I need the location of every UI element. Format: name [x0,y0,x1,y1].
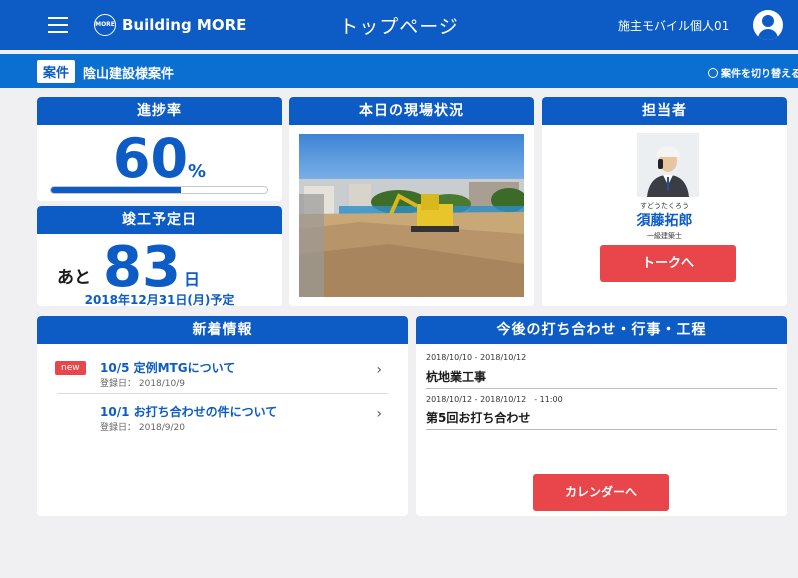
switch-project-label: 案件を切り替える [721,69,798,80]
user-name: 施主モバイル個人01 [618,19,730,33]
progress-number: 60 [112,127,189,190]
staff-photo [637,133,699,197]
days-remaining: 83 [103,235,181,300]
days-prefix: あと [57,268,91,288]
site-status-heading: 本日の現場状況 [289,97,534,125]
news-divider [57,393,388,394]
news-title: 10/1 お打ち合わせの件について [100,405,278,419]
schedule-title: 杭地業工事 [426,370,487,384]
app-header: MORE Building MORE トップページ 施主モバイル個人01 [0,0,798,50]
schedule-title: 第5回お打ち合わせ [426,411,531,425]
news-date: 登録日： 2018/10/9 [100,379,186,389]
progress-card: 進捗率 60% [37,97,282,201]
news-item[interactable]: 10/1 お打ち合わせの件について 登録日： 2018/9/20 › [47,400,398,440]
project-tag: 案件 [37,60,76,83]
progress-bar-fill [51,187,181,193]
progress-value: 60% [37,131,282,187]
progress-bar [50,186,268,194]
news-date: 登録日： 2018/9/20 [100,423,186,433]
schedule-divider [426,388,777,389]
news-title: 10/5 定例MTGについて [100,361,236,375]
schedule-item[interactable]: 2018/10/12 - 2018/10/12 - 11:00 第5回お打ち合わ… [426,394,777,436]
new-badge: new [55,361,86,375]
progress-heading: 進捗率 [37,97,282,125]
days-suffix: 日 [183,270,200,289]
schedule-card: 今後の打ち合わせ・行事・工程 2018/10/10 - 2018/10/12 杭… [416,316,787,516]
staff-title: 一級建築士 [647,232,682,240]
schedule-divider [426,429,777,430]
schedule-item[interactable]: 2018/10/10 - 2018/10/12 杭地業工事 [426,353,777,395]
talk-button[interactable]: トークへ [600,245,736,282]
site-photo[interactable] [299,134,524,297]
calendar-button[interactable]: カレンダーへ [533,474,669,511]
completion-date: 2018年12月31日(月)予定 [84,293,235,306]
user-avatar-icon[interactable] [753,10,783,40]
site-status-card: 本日の現場状況 [289,97,534,306]
project-name: 陰山建設様案件 [83,67,175,82]
project-bar: 案件 陰山建設様案件 案件を切り替える [0,54,798,88]
schedule-date: 2018/10/12 - 2018/10/12 - 11:00 [426,395,563,404]
news-item[interactable]: new 10/5 定例MTGについて 登録日： 2018/10/9 › [47,356,398,396]
staff-name: 須藤拓郎 [636,213,693,229]
chevron-right-icon: › [376,362,382,378]
chevron-right-icon: › [376,406,382,422]
schedule-date: 2018/10/10 - 2018/10/12 [426,353,527,362]
refresh-icon [708,67,718,78]
news-heading: 新着情報 [37,316,408,344]
staff-heading: 担当者 [542,97,787,125]
completion-card: 竣工予定日 あと 83 日 2018年12月31日(月)予定 [37,206,282,306]
staff-card: 担当者 すどうたくろう 須藤拓郎 一級建築士 トークへ [542,97,787,306]
completion-heading: 竣工予定日 [37,206,282,234]
switch-project-link[interactable]: 案件を切り替える [708,65,798,80]
news-card: 新着情報 new 10/5 定例MTGについて 登録日： 2018/10/9 ›… [37,316,408,516]
progress-unit: % [188,161,207,182]
schedule-heading: 今後の打ち合わせ・行事・工程 [416,316,787,344]
